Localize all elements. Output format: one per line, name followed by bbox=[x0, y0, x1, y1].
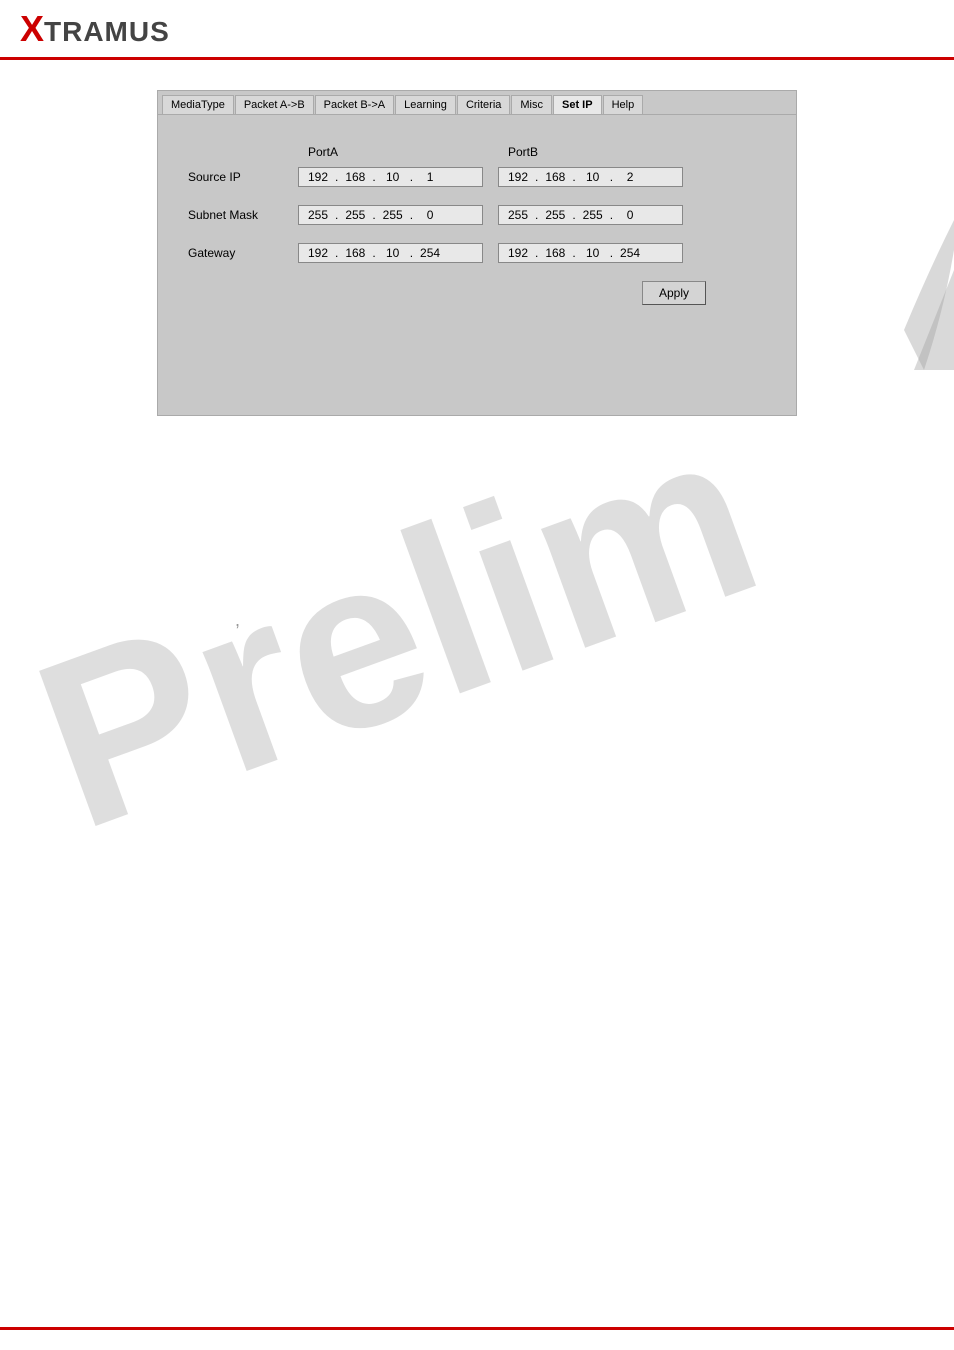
port-headers: PortA PortB bbox=[308, 145, 766, 159]
subnet-mask-row: Subnet Mask . . . . . bbox=[188, 205, 766, 225]
portb-gw-oct2[interactable] bbox=[540, 246, 570, 260]
logo: X TRAMUS bbox=[20, 11, 170, 47]
porta-subnet-mask[interactable]: . . . bbox=[298, 205, 483, 225]
portb-src-oct1[interactable] bbox=[503, 170, 533, 184]
gateway-label: Gateway bbox=[188, 246, 298, 260]
source-ip-row: Source IP . . . . . bbox=[188, 167, 766, 187]
logo-text: TRAMUS bbox=[44, 18, 170, 46]
porta-sub-oct1[interactable] bbox=[303, 208, 333, 222]
tab-mediatype[interactable]: MediaType bbox=[162, 95, 234, 114]
tab-packet-ba[interactable]: Packet B->A bbox=[315, 95, 394, 114]
porta-gw-oct2[interactable] bbox=[340, 246, 370, 260]
portb-label: PortB bbox=[508, 145, 708, 159]
tab-packet-ab[interactable]: Packet A->B bbox=[235, 95, 314, 114]
tab-criteria[interactable]: Criteria bbox=[457, 95, 510, 114]
tab-learning[interactable]: Learning bbox=[395, 95, 456, 114]
logo-x: X bbox=[20, 11, 44, 47]
portb-gateway[interactable]: . . . bbox=[498, 243, 683, 263]
header: X TRAMUS bbox=[0, 0, 954, 60]
watermark: Prelim bbox=[15, 401, 778, 855]
gateway-row: Gateway . . . . . bbox=[188, 243, 766, 263]
porta-gw-oct3[interactable] bbox=[378, 246, 408, 260]
apply-button[interactable]: Apply bbox=[642, 281, 706, 305]
porta-src-oct4[interactable] bbox=[415, 170, 445, 184]
portb-source-ip[interactable]: . . . bbox=[498, 167, 683, 187]
porta-gateway[interactable]: . . . bbox=[298, 243, 483, 263]
porta-src-oct1[interactable] bbox=[303, 170, 333, 184]
panel: MediaType Packet A->B Packet B->A Learni… bbox=[157, 90, 797, 416]
porta-gw-oct4[interactable] bbox=[415, 246, 445, 260]
tab-misc[interactable]: Misc bbox=[511, 95, 552, 114]
portb-gw-oct4[interactable] bbox=[615, 246, 645, 260]
porta-gw-oct1[interactable] bbox=[303, 246, 333, 260]
portb-subnet-mask[interactable]: . . . bbox=[498, 205, 683, 225]
porta-source-ip[interactable]: . . . bbox=[298, 167, 483, 187]
portb-sub-oct3[interactable] bbox=[578, 208, 608, 222]
porta-label: PortA bbox=[308, 145, 508, 159]
portb-gw-oct1[interactable] bbox=[503, 246, 533, 260]
subnet-mask-label: Subnet Mask bbox=[188, 208, 298, 222]
portb-src-oct4[interactable] bbox=[615, 170, 645, 184]
porta-src-oct3[interactable] bbox=[378, 170, 408, 184]
portb-sub-oct1[interactable] bbox=[503, 208, 533, 222]
source-ip-label: Source IP bbox=[188, 170, 298, 184]
tab-help[interactable]: Help bbox=[603, 95, 644, 114]
panel-body: PortA PortB Source IP . . . bbox=[158, 115, 796, 415]
tab-set-ip[interactable]: Set IP bbox=[553, 95, 602, 114]
main-content: MediaType Packet A->B Packet B->A Learni… bbox=[0, 60, 954, 446]
portb-src-oct2[interactable] bbox=[540, 170, 570, 184]
apply-row: Apply bbox=[188, 281, 766, 305]
tab-bar: MediaType Packet A->B Packet B->A Learni… bbox=[158, 91, 796, 115]
portb-gw-oct3[interactable] bbox=[578, 246, 608, 260]
ip-form: PortA PortB Source IP . . . bbox=[188, 145, 766, 305]
footer-line bbox=[0, 1327, 954, 1330]
portb-sub-oct2[interactable] bbox=[540, 208, 570, 222]
porta-src-oct2[interactable] bbox=[340, 170, 370, 184]
porta-sub-oct3[interactable] bbox=[378, 208, 408, 222]
portb-src-oct3[interactable] bbox=[578, 170, 608, 184]
porta-sub-oct2[interactable] bbox=[340, 208, 370, 222]
portb-sub-oct4[interactable] bbox=[615, 208, 645, 222]
watermark-comma: , bbox=[235, 610, 240, 631]
porta-sub-oct4[interactable] bbox=[415, 208, 445, 222]
